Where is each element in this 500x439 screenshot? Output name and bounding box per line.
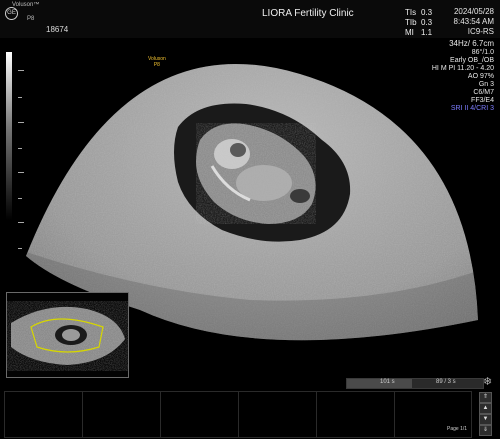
page-up-icon[interactable]: ⇑ [479, 392, 492, 403]
depth-tick [18, 97, 22, 98]
clipboard-slot[interactable] [317, 392, 395, 437]
freeze-icon[interactable]: ❄ [483, 376, 492, 388]
cine-frames: 89 / 3 s [436, 379, 456, 385]
clipboard-strip [4, 391, 472, 438]
clipboard-slot[interactable] [83, 392, 161, 437]
depth-scale [0, 0, 40, 270]
overview-thumbnail[interactable] [6, 292, 129, 378]
depth-tick [18, 222, 24, 223]
scroll-down-icon[interactable]: ▼ [479, 414, 492, 425]
scroll-up-icon[interactable]: ▲ [479, 403, 492, 414]
depth-tick [18, 70, 24, 71]
thumbnail-image [11, 306, 125, 365]
cine-time: 101 s [380, 379, 395, 385]
cine-loop-bar[interactable] [346, 378, 484, 389]
clipboard-slot[interactable] [5, 392, 83, 437]
clipboard-slot[interactable] [239, 392, 317, 437]
depth-tick [18, 122, 24, 123]
page-indicator: Page 1/1 [447, 426, 468, 432]
probe-marker-model: P8 [153, 62, 160, 68]
depth-tick [18, 198, 22, 199]
page-down-icon[interactable]: ⇓ [479, 425, 492, 436]
clipboard-slot[interactable] [161, 392, 239, 437]
depth-tick [18, 148, 22, 149]
depth-tick [18, 248, 22, 249]
depth-tick [18, 172, 24, 173]
probe-orientation-marker: Voluson P8 [148, 56, 166, 68]
